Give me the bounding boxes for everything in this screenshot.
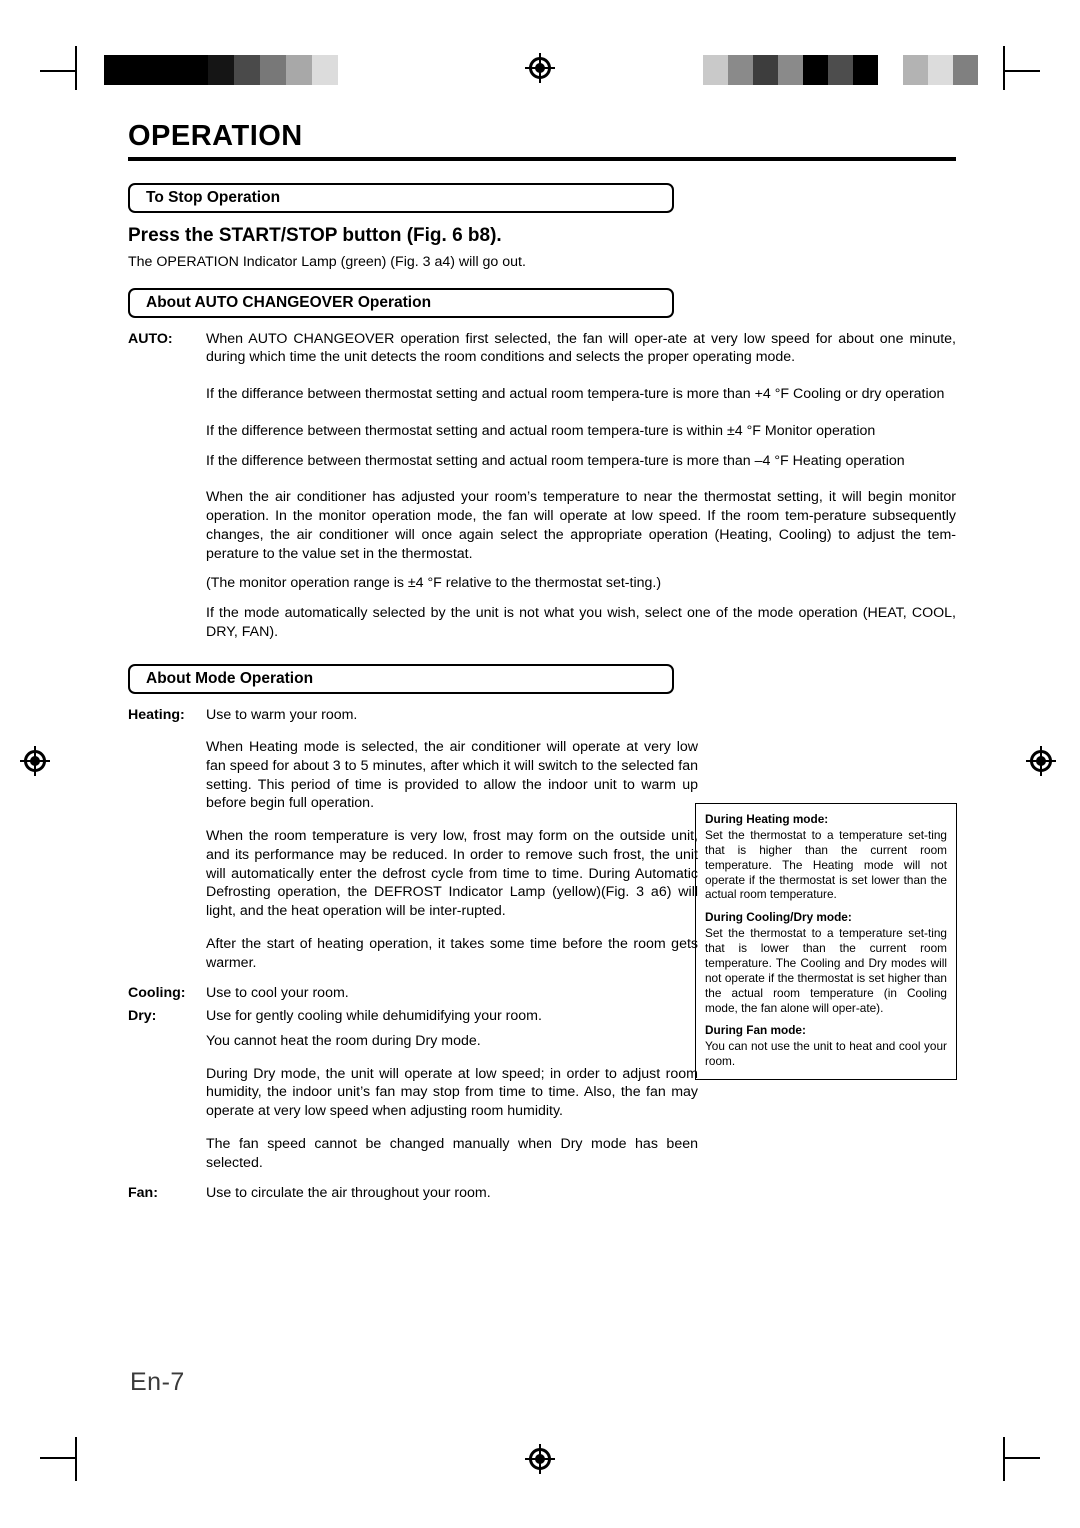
heating-paragraph-2: When Heating mode is selected, the air c… <box>206 739 698 812</box>
crop-mark-top-right-v <box>1003 46 1005 90</box>
auto-paragraph-3: If the difference between thermostat set… <box>206 422 876 439</box>
page-number: En-7 <box>130 1368 185 1396</box>
heating-paragraph-3: When the room temperature is very low, f… <box>206 828 698 920</box>
cooling-term-label: Cooling: <box>128 985 186 1002</box>
section-heading-stop-operation: To Stop Operation <box>128 183 674 213</box>
note-cooling-dry-title: During Cooling/Dry mode: <box>705 910 852 925</box>
mode-entry-heating: Heating: Use to warm your room. When Hea… <box>128 706 698 973</box>
fan-term-label: Fan: <box>128 1185 158 1202</box>
registration-dot-left <box>30 756 40 766</box>
heating-term-label: Heating: <box>128 706 185 723</box>
document-page: OPERATION To Stop Operation Press the ST… <box>0 0 1080 1528</box>
dry-paragraph-1: Use for gently cooling while dehumidifyi… <box>206 1008 542 1025</box>
section-heading-auto-changeover: About AUTO CHANGEOVER Operation <box>128 287 674 318</box>
note-fan-text: You can not use the unit to heat and coo… <box>705 1039 947 1069</box>
colorbar-right <box>703 55 978 85</box>
registration-dot-top <box>535 63 545 73</box>
mode-entry-fan: Fan: Use to circulate the air throughout… <box>128 1184 698 1203</box>
fan-term-body: Use to circulate the air throughout your… <box>206 1184 698 1203</box>
note-fan-title: During Fan mode: <box>705 1023 806 1038</box>
dry-paragraph-4: The fan speed cannot be changed manually… <box>206 1135 698 1171</box>
section-heading-stop-operation-label: To Stop Operation <box>146 189 281 206</box>
dry-paragraph-2: You cannot heat the room during Dry mode… <box>206 1032 481 1049</box>
crop-mark-bottom-right-v <box>1003 1437 1005 1481</box>
cooling-term-body: Use to cool your room. <box>206 984 698 1003</box>
auto-term-label: AUTO: <box>128 330 173 347</box>
note-heating-title: During Heating mode: <box>705 812 829 826</box>
dry-term-body: Use for gently cooling while dehumidifyi… <box>206 1007 698 1172</box>
mode-entry-cooling: Cooling: Use to cool your room. <box>128 984 698 1003</box>
section-heading-mode-operation-label: About Mode Operation <box>146 669 314 687</box>
stop-operation-subheading: Press the START/STOP button (Fig. 6 b8). <box>128 225 502 246</box>
crop-mark-top-left-h <box>40 70 76 72</box>
colorbar-left <box>104 55 364 85</box>
dry-term-label: Dry: <box>128 1008 157 1025</box>
heating-term-body: Use to warm your room. When Heating mode… <box>206 706 698 973</box>
section-heading-mode-operation: About Mode Operation <box>128 663 674 694</box>
note-cooling-dry-text: Set the thermostat to a temperature set-… <box>705 926 947 1015</box>
registration-dot-bottom <box>535 1454 545 1464</box>
auto-paragraph-7: If the mode automatically selected by th… <box>206 605 956 640</box>
crop-mark-bottom-right-h <box>1004 1457 1040 1459</box>
auto-paragraph-1: When AUTO CHANGEOVER operation first sel… <box>206 330 956 366</box>
auto-paragraph-2: If the differance between thermostat set… <box>206 386 945 403</box>
section-heading-auto-changeover-label: About AUTO CHANGEOVER Operation <box>146 293 432 311</box>
crop-mark-top-left-v <box>75 46 77 90</box>
heating-paragraph-1: Use to warm your room. <box>206 706 358 723</box>
auto-paragraph-5: When the air conditioner has adjusted yo… <box>206 489 956 562</box>
auto-paragraph-4: If the difference between thermostat set… <box>206 452 905 469</box>
fan-paragraph-1: Use to circulate the air throughout your… <box>206 1185 491 1202</box>
crop-mark-top-right-h <box>1004 70 1040 72</box>
note-heating-text: Set the thermostat to a temperature set-… <box>705 828 947 902</box>
dry-paragraph-3: During Dry mode, the unit will operate a… <box>206 1065 698 1120</box>
page-title: OPERATION <box>128 120 303 152</box>
stop-operation-body: The OPERATION Indicator Lamp (green) (Fi… <box>128 254 526 270</box>
crop-mark-bottom-left-h <box>40 1457 76 1459</box>
mode-entry-dry: Dry: Use for gently cooling while dehumi… <box>128 1007 698 1172</box>
title-divider <box>128 157 956 161</box>
auto-changeover-entry: AUTO: When AUTO CHANGEOVER operation fir… <box>128 330 956 642</box>
heating-paragraph-4: After the start of heating operation, it… <box>206 935 698 971</box>
crop-mark-bottom-left-v <box>75 1437 77 1481</box>
registration-dot-right <box>1036 756 1046 766</box>
auto-paragraph-6: (The monitor operation range is ±4 °F re… <box>206 575 662 592</box>
mode-notes-box: During Heating mode: Set the thermostat … <box>695 803 957 1081</box>
auto-term-body: When AUTO CHANGEOVER operation first sel… <box>206 330 956 642</box>
mode-operation-column: Heating: Use to warm your room. When Hea… <box>128 706 698 1203</box>
cooling-paragraph-1: Use to cool your room. <box>206 985 349 1002</box>
